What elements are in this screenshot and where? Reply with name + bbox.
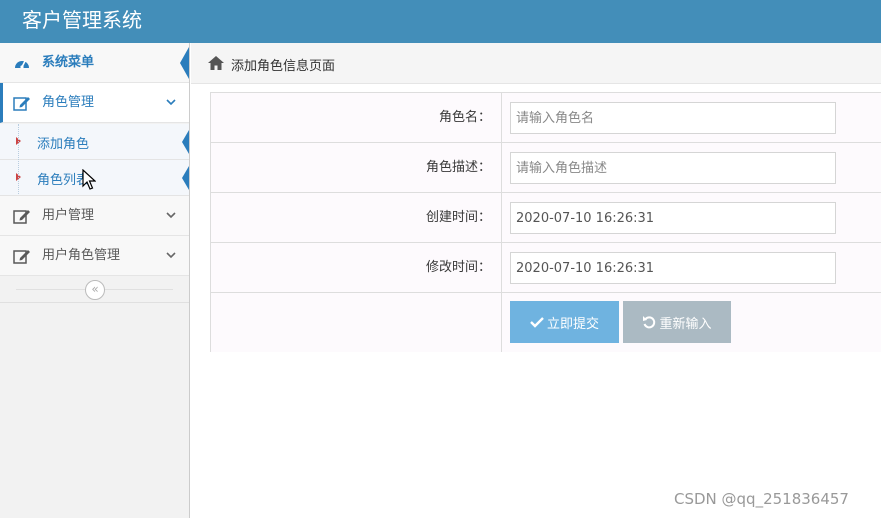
submenu-item-add-role[interactable]: 添加角色 [0, 124, 189, 160]
chevron-down-icon[interactable] [165, 209, 177, 221]
submenu-indicator [182, 130, 189, 154]
field-label: 角色描述： [211, 143, 502, 192]
sidebar-collapse-bar: « [0, 276, 189, 303]
submit-label: 立即提交 [546, 315, 599, 331]
submenu-guide-line [18, 124, 19, 194]
app-title: 客户管理系统 [22, 8, 142, 32]
active-indicator [180, 47, 189, 79]
mouse-cursor-icon [82, 169, 96, 190]
sidebar-item-label: 用户管理 [42, 208, 95, 223]
chevron-down-icon[interactable] [165, 96, 177, 108]
sidebar: 系统菜单 角色管理 添加角色 角色列表 用户管理 用户角色管理 « [0, 43, 190, 518]
sidebar-item-label: 用户角色管理 [42, 248, 121, 263]
edit-icon [13, 250, 30, 264]
sidebar-header-label: 系统菜单 [42, 55, 95, 70]
form-row-created-time: 创建时间： [211, 193, 881, 243]
undo-icon [643, 316, 656, 329]
form-row-role-name: 角色名： [211, 93, 881, 143]
sidebar-item-label: 角色管理 [42, 95, 95, 110]
edit-icon [13, 210, 30, 224]
empty-label-cell [211, 293, 502, 352]
breadcrumb: 添加角色信息页面 [191, 43, 881, 84]
breadcrumb-text: 添加角色信息页面 [231, 59, 336, 74]
top-navbar: 客户管理系统 [0, 0, 881, 43]
watermark: CSDN @qq_251836457 [674, 490, 849, 508]
field-label: 角色名： [211, 93, 502, 142]
field-label: 创建时间： [211, 193, 502, 242]
reset-button[interactable]: 重新输入 [623, 301, 731, 343]
add-role-form: 角色名： 角色描述： 创建时间： 修改时间： 立即提交 重新输入 [210, 92, 881, 352]
home-icon[interactable] [207, 55, 225, 71]
form-row-actions: 立即提交 重新输入 [211, 293, 881, 352]
created-time-input[interactable] [510, 202, 836, 234]
field-label: 修改时间： [211, 243, 502, 292]
submenu-item-label: 添加角色 [37, 137, 90, 152]
edit-icon [13, 97, 30, 111]
sidebar-header-system-menu[interactable]: 系统菜单 [0, 43, 189, 83]
sidebar-item-user-management[interactable]: 用户管理 [0, 196, 189, 236]
double-chevron-left-icon[interactable]: « [85, 280, 105, 300]
role-description-input[interactable] [510, 152, 836, 184]
sidebar-item-role-management[interactable]: 角色管理 [0, 83, 189, 123]
sidebar-item-user-role-management[interactable]: 用户角色管理 [0, 236, 189, 276]
reset-label: 重新输入 [659, 315, 712, 331]
role-name-input[interactable] [510, 102, 836, 134]
check-icon [530, 317, 544, 328]
form-row-role-description: 角色描述： [211, 143, 881, 193]
submenu-indicator [182, 166, 189, 190]
dashboard-icon [15, 60, 29, 69]
form-row-modified-time: 修改时间： [211, 243, 881, 293]
chevron-down-icon[interactable] [165, 249, 177, 261]
submit-button[interactable]: 立即提交 [510, 301, 619, 343]
modified-time-input[interactable] [510, 252, 836, 284]
